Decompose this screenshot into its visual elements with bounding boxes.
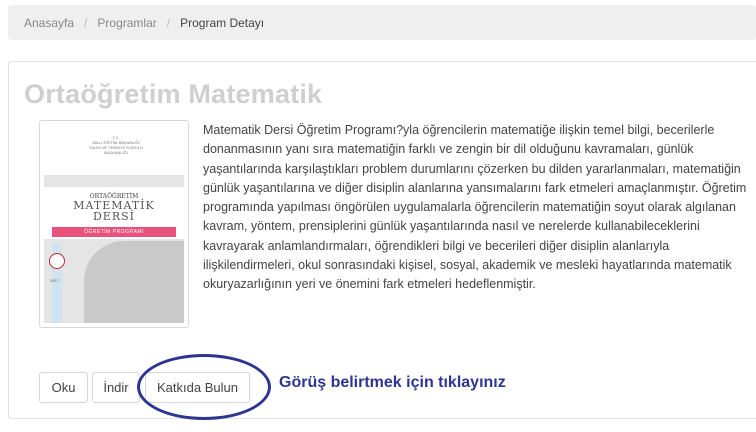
breadcrumb-separator: / <box>166 15 171 30</box>
cover-header: T.C. MİLLİ EĞİTİM BAKANLIĞI TALİM VE TER… <box>44 125 184 175</box>
cover-title-band: ORTAÖĞRETİM MATEMATİK DERSİ ÖĞRETİM PROG… <box>44 187 184 239</box>
annotation-ellipse <box>137 354 271 420</box>
breadcrumb-current: Program Detayı <box>180 15 265 30</box>
cover-year: 2017 <box>50 278 59 283</box>
program-title: Ortaöğretim Matematik <box>24 79 323 109</box>
annotation-hint-text: Görüş belirtmek için tıklayınız <box>279 374 506 391</box>
breadcrumb-programs-link[interactable]: Programlar <box>97 16 156 30</box>
breadcrumb-home-link[interactable]: Anasayfa <box>24 16 74 30</box>
download-button[interactable]: İndir <box>92 372 140 403</box>
cover-ministry-text: T.C. MİLLİ EĞİTİM BAKANLIĞI TALİM VE TER… <box>89 135 143 155</box>
read-button[interactable]: Oku <box>39 372 88 403</box>
breadcrumb: Anasayfa / Programlar / Program Detayı <box>8 5 756 40</box>
cover-image: T.C. MİLLİ EĞİTİM BAKANLIĞI TALİM VE TER… <box>44 125 184 323</box>
breadcrumb-separator: / <box>84 15 88 30</box>
program-cover-thumbnail[interactable]: T.C. MİLLİ EĞİTİM BAKANLIĞI TALİM VE TER… <box>39 120 189 328</box>
program-description: Matematik Dersi Öğretim Programı?yla öğr… <box>203 123 747 292</box>
cover-main-title-line2: DERSİ <box>92 210 135 223</box>
cover-decorative-shape <box>84 241 184 323</box>
cover-program-pill: ÖĞRETİM PROGRAMI <box>52 227 176 237</box>
ministry-seal-icon <box>49 253 65 269</box>
